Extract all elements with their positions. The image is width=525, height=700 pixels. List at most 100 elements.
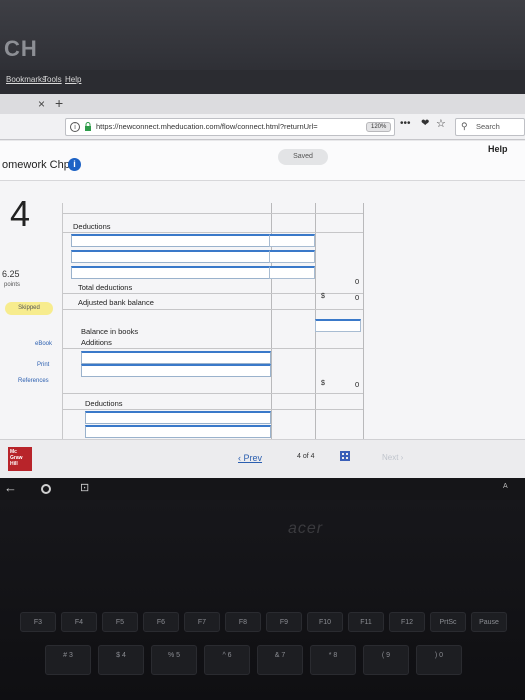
deduction-amount-input[interactable]: [269, 250, 315, 263]
number-key: $ 4: [98, 645, 144, 675]
references-link[interactable]: References: [18, 378, 49, 384]
current-question: 4: [297, 453, 301, 460]
bookmark-star-icon[interactable]: ☆: [436, 117, 446, 130]
function-key: F8: [225, 612, 261, 632]
row-divider: [63, 213, 363, 214]
row-divider: [63, 393, 363, 394]
status-badge: Skipped: [5, 302, 53, 315]
deduction-description-input[interactable]: [85, 411, 271, 424]
help-link[interactable]: Help: [488, 144, 508, 154]
deduction-description-input[interactable]: [85, 425, 271, 438]
function-key: F3: [20, 612, 56, 632]
total-deductions-value: 0: [355, 277, 360, 286]
home-icon[interactable]: [41, 484, 51, 494]
assignment-footer: Mc Graw Hill ‹ Prev 4 of 4 Next ›: [0, 439, 525, 478]
addition-description-input[interactable]: [81, 364, 271, 377]
currency-symbol: $: [321, 293, 325, 300]
close-tab-icon[interactable]: ×: [38, 97, 45, 111]
tab-bar: × +: [0, 94, 525, 114]
function-key: F5: [102, 612, 138, 632]
total-deductions-label: Total deductions: [78, 283, 133, 292]
new-tab-icon[interactable]: +: [55, 95, 63, 111]
row-divider: [63, 232, 363, 233]
laptop-screen: CH Bookmarks Tools Help × + i https://ne…: [0, 0, 525, 478]
saved-status: Saved: [278, 149, 328, 165]
function-key: F11: [348, 612, 384, 632]
addition-description-input[interactable]: [81, 351, 271, 364]
os-shelf: ← ⊡ A: [0, 478, 525, 500]
number-key: % 5: [151, 645, 197, 675]
row-divider: [63, 293, 363, 294]
column-divider: [363, 203, 364, 439]
page-actions-icon[interactable]: •••: [400, 118, 411, 129]
book-total-value: 0: [355, 380, 360, 389]
book-balance-input[interactable]: [315, 319, 361, 332]
question-counter: 4 of 4: [297, 453, 315, 460]
prev-label: Prev: [243, 453, 263, 463]
function-key: PrtSc: [430, 612, 466, 632]
currency-symbol: $: [321, 380, 325, 387]
ebook-link[interactable]: eBook: [35, 341, 52, 347]
overview-icon[interactable]: ⊡: [80, 481, 89, 494]
deductions-label: Deductions: [85, 399, 123, 408]
number-key: # 3: [45, 645, 91, 675]
search-icon: ⚲: [461, 121, 468, 131]
question-number: 4: [10, 193, 31, 234]
function-key: F6: [143, 612, 179, 632]
zoom-level-badge[interactable]: 120%: [366, 122, 392, 132]
adjusted-balance-value: 0: [355, 293, 360, 302]
navigation-bar: i https://newconnect.mheducation.com/flo…: [0, 114, 525, 140]
lock-icon: [85, 122, 91, 131]
number-key: ( 9: [363, 645, 409, 675]
balance-in-books-label: Balance in books: [81, 327, 139, 336]
search-box[interactable]: ⚲ Search: [455, 118, 525, 136]
menu-bookmarks[interactable]: Bookmarks: [6, 75, 46, 84]
url-bar[interactable]: i https://newconnect.mheducation.com/flo…: [65, 118, 395, 136]
back-icon[interactable]: ←: [4, 480, 17, 495]
function-key: F12: [389, 612, 425, 632]
prev-button[interactable]: ‹ Prev: [238, 453, 262, 463]
input-method-indicator[interactable]: A: [503, 483, 508, 490]
info-icon[interactable]: i: [68, 158, 81, 171]
row-divider: [63, 309, 363, 310]
deduction-description-input[interactable]: [71, 250, 271, 263]
counter-of: of: [302, 453, 309, 460]
additions-label: Additions: [81, 338, 112, 347]
bank-reconciliation-worksheet: Deductions Total deductions 0 Adjusted b…: [62, 203, 525, 439]
total-questions: 4: [310, 453, 315, 460]
browser-titlebar: CH: [0, 0, 525, 70]
next-button[interactable]: Next ›: [382, 453, 403, 462]
question-grid-icon[interactable]: [340, 451, 350, 461]
deduction-amount-input[interactable]: [269, 266, 315, 279]
app-badge: CH: [4, 36, 38, 61]
points-value: 6.25: [2, 269, 20, 279]
adjusted-balance-label: Adjusted bank balance: [78, 298, 154, 307]
print-link[interactable]: Print: [37, 362, 49, 368]
deductions-label: Deductions: [73, 222, 111, 231]
function-key: F4: [61, 612, 97, 632]
function-key: F10: [307, 612, 343, 632]
pocket-icon[interactable]: ❤: [421, 118, 429, 129]
browser-menubar: Bookmarks Tools Help: [0, 70, 525, 94]
menu-tools[interactable]: Tools: [43, 75, 62, 84]
search-placeholder: Search: [476, 122, 500, 131]
number-key: * 8: [310, 645, 356, 675]
site-info-icon[interactable]: i: [70, 122, 80, 132]
url-text: https://newconnect.mheducation.com/flow/…: [96, 122, 318, 131]
function-key: F7: [184, 612, 220, 632]
row-divider: [63, 409, 363, 410]
function-key: F9: [266, 612, 302, 632]
deduction-description-input[interactable]: [71, 234, 271, 247]
assignment-header: Saved Help omework Chp 9 i: [0, 141, 525, 181]
assignment-page: Saved Help omework Chp 9 i 4 6.25 points…: [0, 141, 525, 478]
deduction-description-input[interactable]: [71, 266, 271, 279]
number-key: ) 0: [416, 645, 462, 675]
points-label: points: [4, 282, 21, 288]
acer-logo: acer: [288, 520, 324, 537]
deduction-amount-input[interactable]: [269, 234, 315, 247]
number-key: & 7: [257, 645, 303, 675]
mcgraw-hill-logo: Mc Graw Hill: [8, 447, 32, 471]
laptop-keyboard: acer F3 F4 F5 F6 F7 F8 F9 F10 F11 F12 PrtSc Pause # …: [0, 500, 525, 700]
menu-help[interactable]: Help: [65, 75, 81, 84]
number-key: ^ 6: [204, 645, 250, 675]
